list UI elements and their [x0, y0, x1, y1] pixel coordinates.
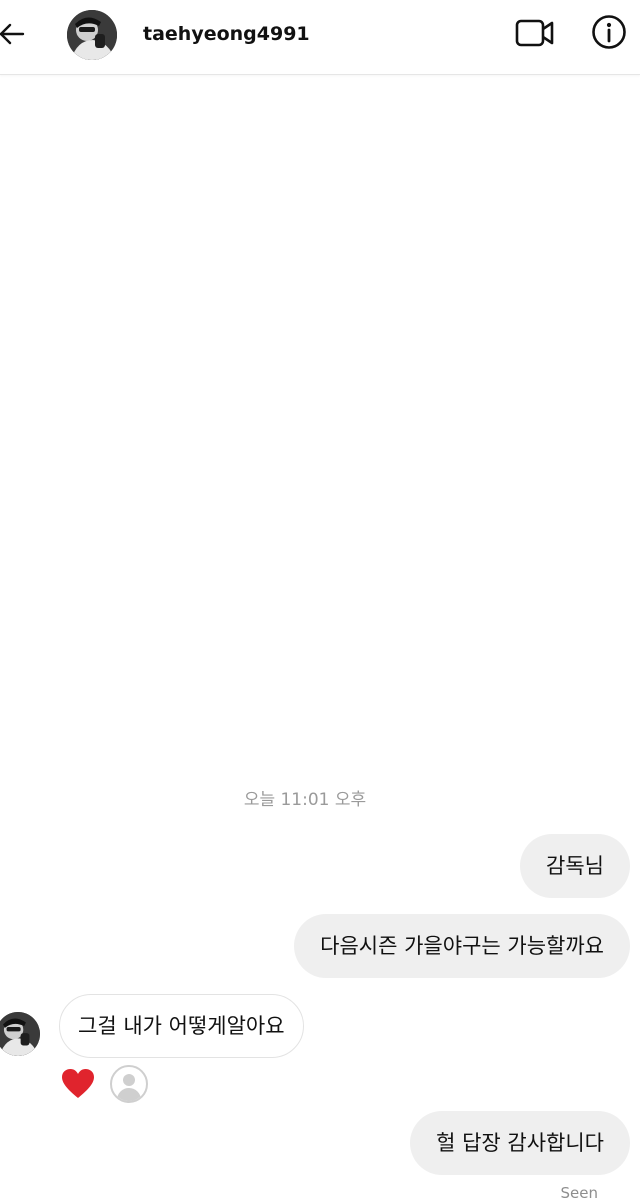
heart-shape: [62, 1069, 94, 1098]
conversation-info-button[interactable]: [588, 11, 630, 53]
message-reactions[interactable]: [60, 1064, 148, 1104]
message-bubble-outgoing[interactable]: 헐 답장 감사합니다: [410, 1111, 630, 1175]
back-button[interactable]: [0, 14, 28, 54]
message-bubble-incoming[interactable]: 그걸 내가 어떻게알아요: [59, 994, 304, 1058]
message-text: 다음시즌 가을야구는 가능할까요: [320, 934, 604, 958]
message-bubble-outgoing[interactable]: 감독님: [520, 834, 630, 898]
video-camera-icon: [515, 19, 554, 47]
profile-avatar[interactable]: [67, 10, 117, 60]
chat-username[interactable]: taehyeong4991: [143, 20, 310, 48]
seen-status: Seen: [560, 1184, 599, 1202]
dm-screen: taehyeong4991 오늘 11:01 오후 감독님 다음시즌 가을야구는…: [0, 0, 640, 1203]
message-text: 그걸 내가 어떻게알아요: [78, 1014, 285, 1038]
video-call-button[interactable]: [512, 13, 558, 53]
avatar-photo: [67, 10, 117, 60]
heart-icon[interactable]: [60, 1067, 96, 1101]
message-bubble-outgoing[interactable]: 다음시즌 가을야구는 가능할까요: [294, 914, 630, 978]
message-timestamp: 오늘 11:01 오후: [243, 790, 367, 810]
avatar-body-shape: [117, 1088, 141, 1101]
message-text: 감독님: [546, 854, 604, 878]
default-avatar-icon[interactable]: [110, 1065, 148, 1103]
message-text: 헐 답장 감사합니다: [436, 1131, 604, 1155]
sender-avatar[interactable]: [0, 1012, 40, 1056]
avatar-head-shape: [123, 1074, 135, 1086]
avatar-photo: [0, 1012, 40, 1056]
chat-header: taehyeong4991: [0, 0, 640, 75]
info-circle-icon: [592, 15, 626, 49]
arrow-left-icon: [0, 23, 25, 45]
